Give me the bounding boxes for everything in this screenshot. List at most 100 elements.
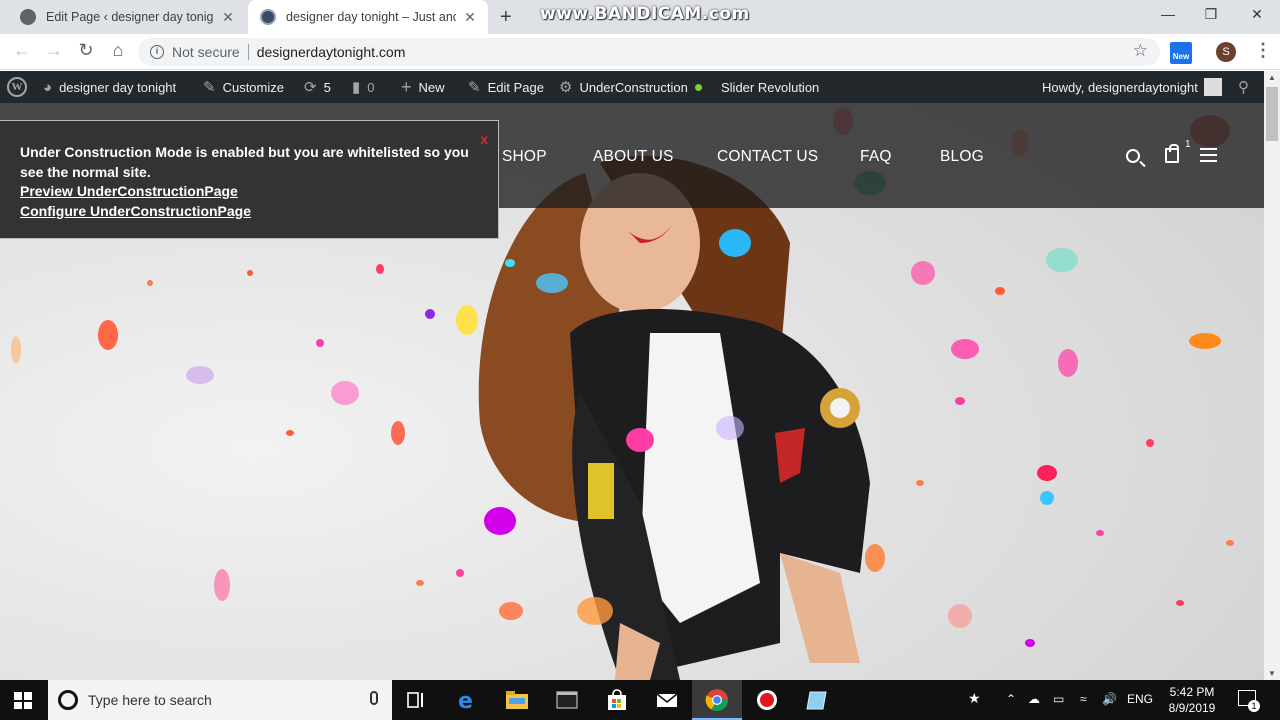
wifi-icon[interactable]: ≈	[1080, 692, 1087, 706]
nav-about-us[interactable]: ABOUT US	[593, 148, 674, 166]
tab-edit-page[interactable]: Edit Page ‹ designer day tonight ✕	[8, 0, 246, 34]
new-label: New	[418, 79, 445, 95]
howdy-account-menu[interactable]: Howdy, designerdaytonight	[1042, 71, 1222, 103]
browser-tab-strip: Edit Page ‹ designer day tonight ✕ desig…	[0, 0, 1280, 34]
tab-title: Edit Page ‹ designer day tonight	[46, 10, 214, 24]
shopping-bag-icon[interactable]	[1165, 144, 1179, 163]
notification-count-badge: 1	[1248, 700, 1260, 712]
url-text[interactable]: designerdaytonight.com	[257, 44, 406, 60]
scroll-down-icon[interactable]: ▼	[1268, 669, 1276, 678]
nav-faq[interactable]: FAQ	[860, 148, 892, 166]
notice-close-button[interactable]: x	[480, 130, 488, 150]
status-dot	[694, 83, 702, 91]
people-icon[interactable]: ★	[968, 690, 981, 707]
minimize-button[interactable]: —	[1156, 6, 1180, 22]
new-content-link[interactable]: + New	[401, 71, 445, 103]
info-icon[interactable]: i	[150, 45, 164, 59]
site-name-label: designer day tonight	[59, 79, 177, 95]
tab-designer-day-tonight[interactable]: designer day tonight – Just anoth ✕	[248, 0, 488, 34]
reload-icon[interactable]: ↻	[74, 40, 98, 61]
underconstruction-link[interactable]: ⚙ UnderConstruction	[559, 71, 702, 103]
back-icon[interactable]: ←	[10, 40, 34, 61]
page-scrollbar[interactable]: ▲ ▼	[1264, 71, 1280, 680]
svg-text:e: e	[458, 689, 473, 714]
bookmark-star-icon[interactable]: ☆	[1133, 41, 1148, 61]
wordpress-logo-button[interactable]: W	[7, 71, 27, 103]
edit-page-link[interactable]: ✎ Edit Page	[468, 71, 544, 103]
site-favicon-icon	[260, 9, 276, 25]
forward-icon[interactable]: →	[42, 40, 66, 61]
window-close-button[interactable]: ✕	[1245, 6, 1269, 23]
wordpress-logo-icon: W	[7, 77, 27, 97]
gear-icon: ⚙	[559, 79, 573, 96]
cortana-icon	[58, 690, 78, 710]
notepad-icon[interactable]	[803, 686, 831, 714]
security-status[interactable]: Not secure	[172, 44, 240, 60]
chrome-icon[interactable]	[703, 686, 731, 714]
comment-bubble-icon: ▮	[352, 79, 361, 96]
taskbar-search-box[interactable]: Type here to search	[48, 680, 392, 720]
extension-new-icon[interactable]: New	[1170, 42, 1192, 64]
page-content: SHOP ABOUT US CONTACT US FAQ BLOG 1 x Un…	[0, 103, 1264, 680]
search-icon[interactable]	[1126, 149, 1140, 163]
scroll-thumb[interactable]	[1266, 87, 1278, 141]
clock-date: 8/9/2019	[1168, 701, 1216, 715]
configure-underconstruction-link[interactable]: Configure UnderConstructionPage	[20, 202, 478, 222]
volume-icon[interactable]: 🔊	[1102, 692, 1117, 706]
plus-icon: +	[401, 76, 412, 97]
admin-search-button[interactable]: ⚲	[1238, 71, 1256, 103]
comments-link[interactable]: ▮ 0	[352, 71, 375, 103]
onedrive-cloud-icon[interactable]: ☁	[1028, 692, 1040, 706]
tab-title: designer day tonight – Just anoth	[286, 10, 456, 24]
pencil-icon: ✎	[468, 79, 481, 96]
underconstruction-label: UnderConstruction	[579, 79, 688, 95]
address-bar[interactable]: i Not secure designerdaytonight.com ☆	[138, 38, 1160, 66]
show-hidden-icons-icon[interactable]: ⌃	[1006, 692, 1016, 706]
refresh-icon: ⟳	[304, 79, 317, 96]
bandicam-watermark: www.BANDICAM.com	[540, 4, 750, 24]
scroll-up-icon[interactable]: ▲	[1268, 73, 1276, 82]
customize-link[interactable]: ✎ Customize	[203, 71, 284, 103]
under-construction-notice: x Under Construction Mode is enabled but…	[0, 120, 499, 239]
browser-menu-icon[interactable]: ⋮	[1254, 40, 1272, 61]
cart-count-badge: 1	[1185, 139, 1191, 150]
new-tab-button[interactable]: +	[500, 6, 512, 29]
terminal-icon[interactable]	[553, 686, 581, 714]
updates-link[interactable]: ⟳ 5	[304, 71, 331, 103]
close-tab-icon[interactable]: ✕	[220, 9, 236, 26]
windows-start-icon[interactable]	[14, 692, 32, 709]
store-icon[interactable]	[603, 686, 631, 714]
windows-taskbar: Type here to search e ★ ⌃ ☁ ▭ ≈ 🔊 ENG 5:…	[0, 680, 1280, 720]
search-placeholder: Type here to search	[88, 692, 212, 708]
language-indicator[interactable]: ENG	[1127, 692, 1153, 706]
edit-page-label: Edit Page	[487, 79, 544, 95]
slider-revolution-label: Slider Revolution	[721, 79, 820, 95]
close-tab-icon[interactable]: ✕	[462, 9, 478, 26]
task-view-icon[interactable]	[402, 686, 430, 714]
microphone-icon[interactable]	[370, 691, 378, 705]
preview-underconstruction-link[interactable]: Preview UnderConstructionPage	[20, 182, 478, 202]
battery-icon[interactable]: ▭	[1053, 692, 1064, 706]
browser-toolbar: ← → ↻ ⌂ i Not secure designerdaytonight.…	[0, 34, 1280, 70]
site-name-link[interactable]: ◕ designer day tonight	[43, 71, 176, 103]
bandicam-record-icon[interactable]	[753, 686, 781, 714]
nav-blog[interactable]: BLOG	[940, 148, 984, 166]
nav-contact-us[interactable]: CONTACT US	[717, 148, 818, 166]
wordpress-favicon-icon	[20, 9, 36, 25]
slider-revolution-link[interactable]: Slider Revolution	[721, 71, 819, 103]
file-explorer-icon[interactable]	[503, 686, 531, 714]
edge-browser-icon[interactable]: e	[453, 686, 481, 714]
home-icon[interactable]: ⌂	[106, 40, 130, 61]
dashboard-gauge-icon: ◕	[43, 78, 53, 96]
mail-icon[interactable]	[653, 686, 681, 714]
profile-avatar[interactable]: S	[1216, 42, 1236, 62]
restore-button[interactable]: ❐	[1199, 6, 1223, 23]
search-icon: ⚲	[1238, 79, 1249, 96]
nav-shop[interactable]: SHOP	[502, 148, 547, 166]
clock-time: 5:42 PM	[1169, 685, 1215, 699]
user-avatar	[1203, 78, 1222, 96]
paintbrush-icon: ✎	[203, 79, 216, 96]
taskbar-clock[interactable]: 5:42 PM 8/9/2019	[1164, 684, 1220, 716]
hamburger-menu-icon[interactable]	[1200, 148, 1217, 162]
updates-count: 5	[323, 79, 331, 95]
